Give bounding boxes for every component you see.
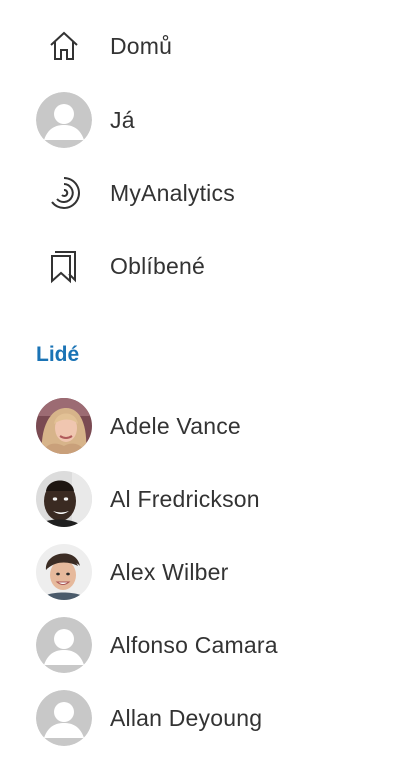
person-item-al-fredrickson[interactable]: Al Fredrickson xyxy=(0,467,401,531)
person-item-adele-vance[interactable]: Adele Vance xyxy=(0,394,401,458)
person-item-alfonso-camara[interactable]: Alfonso Camara xyxy=(0,613,401,677)
nav-item-favorites[interactable]: Oblíbené xyxy=(0,234,401,298)
person-name: Adele Vance xyxy=(110,412,241,439)
avatar xyxy=(36,544,92,600)
nav-item-me[interactable]: Já xyxy=(0,88,401,152)
person-item-allan-deyoung[interactable]: Allan Deyoung xyxy=(0,686,401,750)
avatar xyxy=(36,617,92,673)
person-name: Alfonso Camara xyxy=(110,631,278,658)
bookmarks-icon xyxy=(36,238,92,294)
home-icon xyxy=(36,18,92,74)
person-name: Alex Wilber xyxy=(110,558,229,585)
nav-item-myanalytics[interactable]: MyAnalytics xyxy=(0,161,401,225)
nav-item-home[interactable]: Domů xyxy=(0,14,401,78)
nav-item-label: MyAnalytics xyxy=(110,179,235,206)
nav-item-label: Já xyxy=(110,106,135,133)
analytics-icon xyxy=(36,165,92,221)
person-item-alex-wilber[interactable]: Alex Wilber xyxy=(0,540,401,604)
nav-item-label: Oblíbené xyxy=(110,252,205,279)
avatar xyxy=(36,471,92,527)
person-name: Allan Deyoung xyxy=(110,704,263,731)
person-avatar-icon xyxy=(36,92,92,148)
nav-item-label: Domů xyxy=(110,32,173,59)
avatar xyxy=(36,690,92,746)
navigation-panel: Domů Já MyAnalytics Oblíbené Lidé Adele … xyxy=(0,0,401,776)
person-name: Al Fredrickson xyxy=(110,485,260,512)
avatar xyxy=(36,398,92,454)
people-section-heading: Lidé xyxy=(36,343,80,366)
